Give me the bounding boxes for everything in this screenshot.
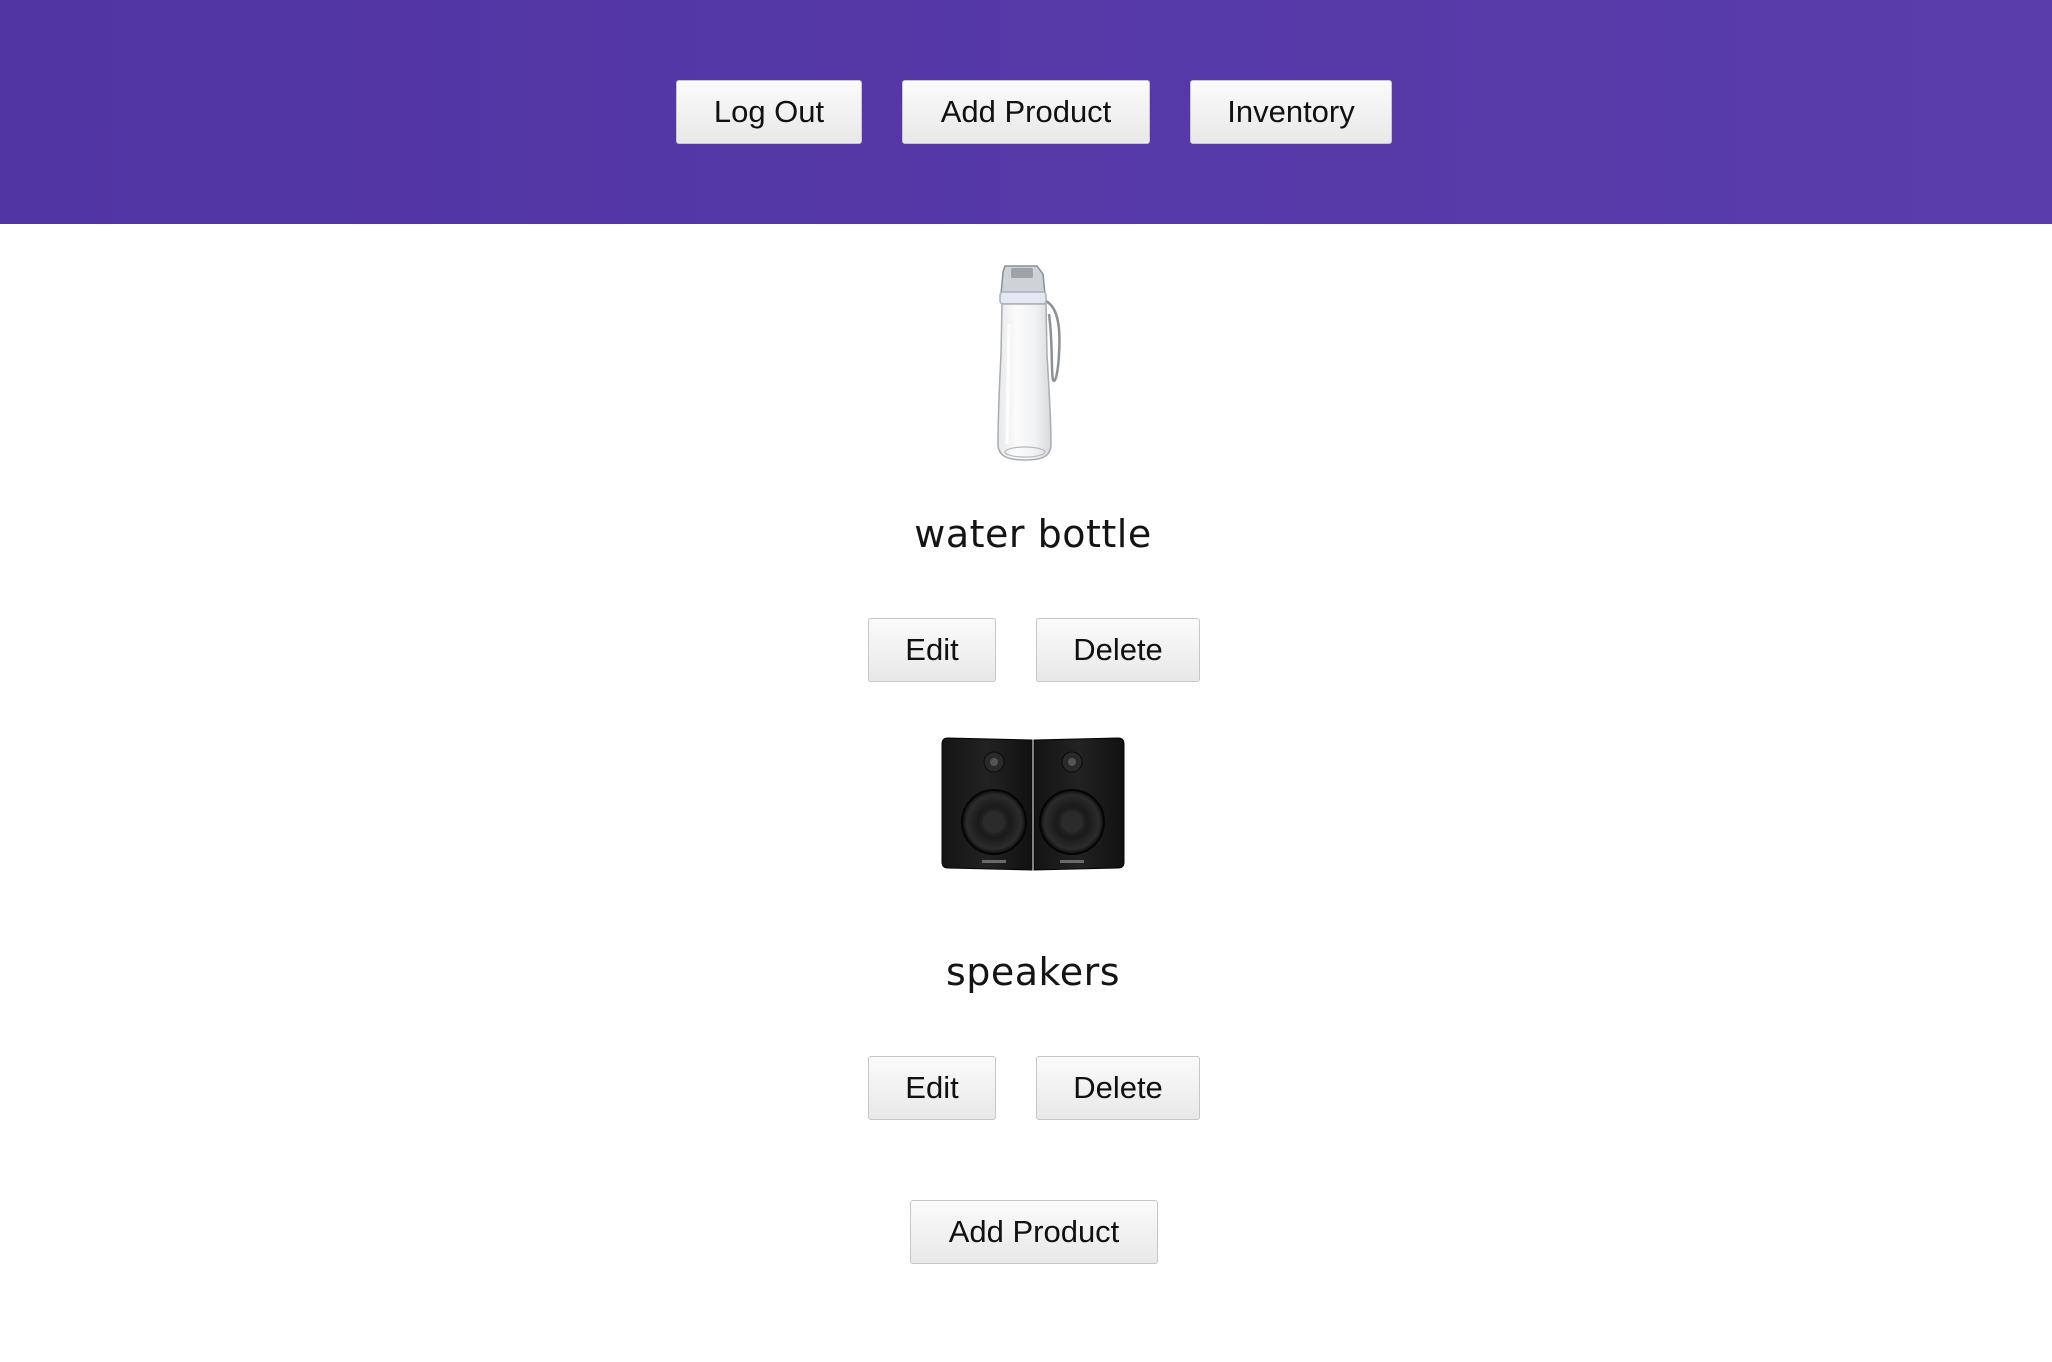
delete-button[interactable]: Delete bbox=[1036, 618, 1200, 682]
top-nav-bar: Log Out Add Product Inventory bbox=[0, 0, 2052, 224]
water-bottle-image bbox=[997, 265, 1061, 461]
speakers-image bbox=[941, 737, 1125, 871]
logout-button[interactable]: Log Out bbox=[676, 80, 862, 144]
inventory-button[interactable]: Inventory bbox=[1190, 80, 1392, 144]
product-name: water bottle bbox=[914, 512, 1152, 556]
edit-button[interactable]: Edit bbox=[868, 618, 996, 682]
product-name: speakers bbox=[945, 950, 1121, 994]
add-product-button[interactable]: Add Product bbox=[910, 1200, 1158, 1264]
add-product-nav-button[interactable]: Add Product bbox=[902, 80, 1150, 144]
edit-button[interactable]: Edit bbox=[868, 1056, 996, 1120]
delete-button[interactable]: Delete bbox=[1036, 1056, 1200, 1120]
